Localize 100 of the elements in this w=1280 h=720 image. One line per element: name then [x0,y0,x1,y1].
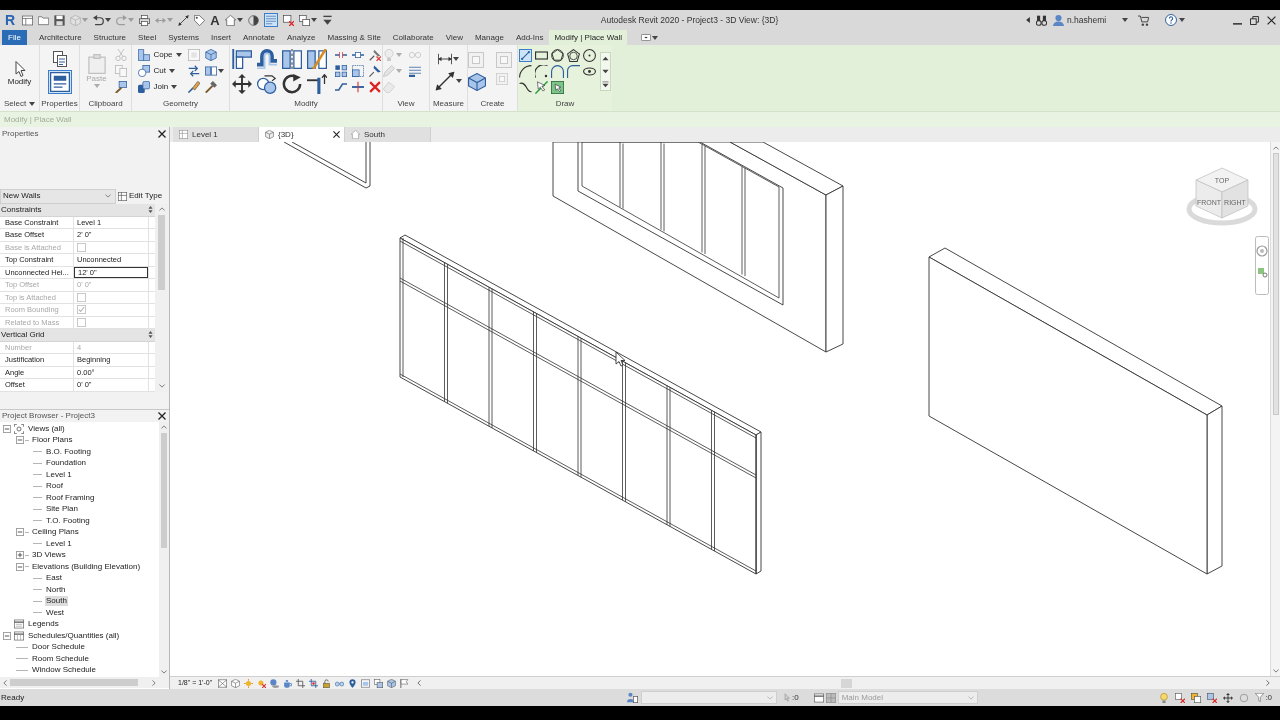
window-cross-icon[interactable] [282,14,294,26]
ribbon-tab[interactable]: Analyze [281,30,322,45]
u-arc-icon[interactable] [551,64,564,78]
ribbon-tab[interactable]: Modify | Place Wall [549,30,628,45]
ribbon-tab[interactable]: Structure [87,30,133,45]
window-icon[interactable] [361,678,371,688]
tree-item[interactable]: Roof Framing [45,492,96,503]
close-icon[interactable] [158,130,166,138]
tree-item[interactable]: Ceiling Plans [31,527,80,538]
chevron-right-icon[interactable] [1266,680,1270,686]
caret-icon[interactable] [1179,18,1185,22]
rotate-icon[interactable] [281,73,302,94]
ribbon-tab[interactable]: Add-Ins [509,30,550,45]
tree-item[interactable]: 3D Views [31,550,67,561]
caret-icon[interactable] [29,102,36,106]
move-icon[interactable] [1223,692,1234,703]
caret-icon[interactable] [236,18,243,22]
ribbon-tab[interactable]: Architecture [32,30,88,45]
corner-arc-icon[interactable] [567,64,580,78]
ribbon-tab[interactable]: Systems [162,30,205,45]
l-shape-icon[interactable] [231,48,252,69]
tree-item[interactable]: Roof [45,481,64,492]
user-name[interactable]: n.hashemi [1067,13,1119,27]
minus-box-icon[interactable] [16,562,24,571]
swap-arrows-icon[interactable] [187,65,200,77]
ribbon-tab[interactable]: Manage [468,30,510,45]
move-icon[interactable] [231,73,252,94]
document-tab[interactable]: Level 1 [173,127,259,142]
chevron-down-icon[interactable] [161,670,167,674]
cursor-square-icon[interactable] [551,80,564,94]
square-cross-icon[interactable] [1175,692,1186,703]
step-line-icon[interactable] [334,81,347,93]
tree-item[interactable]: Level 1 [45,469,73,480]
scrollbar-thumb[interactable] [161,433,167,548]
minus-box-icon[interactable] [16,528,24,537]
cut-button[interactable]: Cut [137,63,183,79]
pin-icon[interactable] [368,65,381,77]
document-tab[interactable]: {3D} [259,127,345,142]
ribbon-tab[interactable]: View [439,30,469,45]
close-icon[interactable] [158,412,166,420]
panel-label[interactable]: Select [3,100,27,108]
tag-icon[interactable] [194,14,206,26]
folder-icon[interactable] [38,14,50,26]
chevron-right-icon[interactable] [152,679,156,686]
up-down-triangles-icon[interactable] [148,206,153,214]
lightbulb-icon[interactable] [1159,692,1170,703]
triangle-left-icon[interactable] [1026,17,1030,23]
modify-button[interactable]: Modify [5,60,34,86]
cube-icon[interactable] [204,49,217,61]
split-rectangle-icon[interactable] [204,65,217,77]
cube-icon[interactable] [387,678,397,688]
tree-item[interactable]: Legends [27,619,60,630]
chevron-left-icon[interactable] [3,679,7,686]
ribbon-tab[interactable]: Insert [204,30,237,45]
ribbon-tab[interactable]: Massing & Site [321,30,387,45]
ribbon-tab[interactable]: File [2,30,27,45]
diagonal-arrow-icon[interactable] [435,70,455,91]
hammer-icon[interactable] [204,81,217,93]
tree-item[interactable]: Level 1 [45,538,73,549]
chevron-left-icon[interactable] [417,680,422,686]
tree-item[interactable]: Foundation [45,458,88,469]
chevron-up-icon[interactable] [1272,146,1279,150]
minus-box-icon[interactable] [3,631,11,640]
minus-box-icon[interactable] [16,436,24,445]
documents-icon[interactable] [51,50,68,67]
caret-icon[interactable] [310,18,317,22]
ribbon-tab[interactable]: Steel [132,30,163,45]
lines-icon[interactable] [263,13,278,27]
half-filled-circle-icon[interactable] [247,14,259,26]
location-pin-icon[interactable] [348,678,358,688]
gap-line-icon[interactable] [334,49,347,61]
group-header[interactable]: Constraints [1,205,42,214]
printer-icon[interactable] [139,14,151,26]
lines-icon[interactable] [408,65,421,77]
caret-icon[interactable] [105,18,112,22]
padlock-icon[interactable] [322,678,332,688]
pin-cross-icon[interactable] [368,49,381,61]
cross-line-icon[interactable] [351,81,364,93]
cup-icon[interactable] [283,678,293,688]
chevron-down-icon[interactable] [158,384,165,388]
type-selector[interactable]: New Walls [0,188,116,204]
undo-icon[interactable] [93,14,105,26]
caret-icon[interactable] [453,56,459,61]
tree-item[interactable]: Elevations (Building Elevation) [31,561,142,572]
scrollbar-thumb[interactable] [841,678,853,688]
tree-item[interactable]: Room Schedule [31,653,90,664]
curve-icon[interactable] [519,80,532,94]
join-button[interactable]: Join [137,79,183,95]
ribbon-tab[interactable]: Annotate [236,30,281,45]
tree-item[interactable]: Door Schedule [31,642,86,653]
delete-icon[interactable] [368,81,381,93]
diagonal-arrow-icon[interactable] [178,14,190,26]
line-icon[interactable] [519,48,532,62]
ellipse-icon[interactable] [583,64,596,78]
sphere-icon[interactable] [270,678,280,688]
arch-icon[interactable] [256,48,277,69]
brush-icon[interactable] [187,81,200,93]
circle-icon[interactable] [583,48,596,62]
restore-icon[interactable] [1250,15,1259,25]
glasses-icon[interactable] [335,678,345,688]
